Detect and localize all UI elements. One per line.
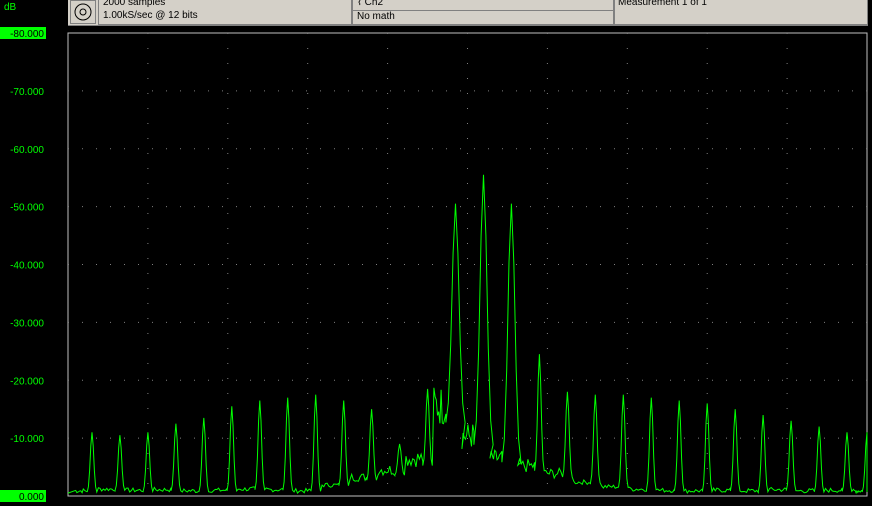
y-tick-label: -80.000 (10, 29, 44, 40)
y-tick-label: -70.000 (10, 87, 44, 98)
spectrum-chart[interactable]: -80.000 -70.000 -60.000 -50.000 -40.000 -30.0… (0, 0, 872, 506)
y-tick-label: -40.000 (10, 261, 44, 272)
y-tick-label: -30.000 (10, 318, 44, 329)
y-tick-label: -60.000 (10, 145, 44, 156)
y-tick-label: 0.000 (19, 492, 44, 503)
y-axis: -80.000 -70.000 -60.000 -50.000 -40.000 -30.0… (0, 27, 46, 503)
y-tick-label: -10.000 (10, 434, 44, 445)
y-tick-label: -20.000 (10, 376, 44, 387)
y-tick-label: -50.000 (10, 203, 44, 214)
